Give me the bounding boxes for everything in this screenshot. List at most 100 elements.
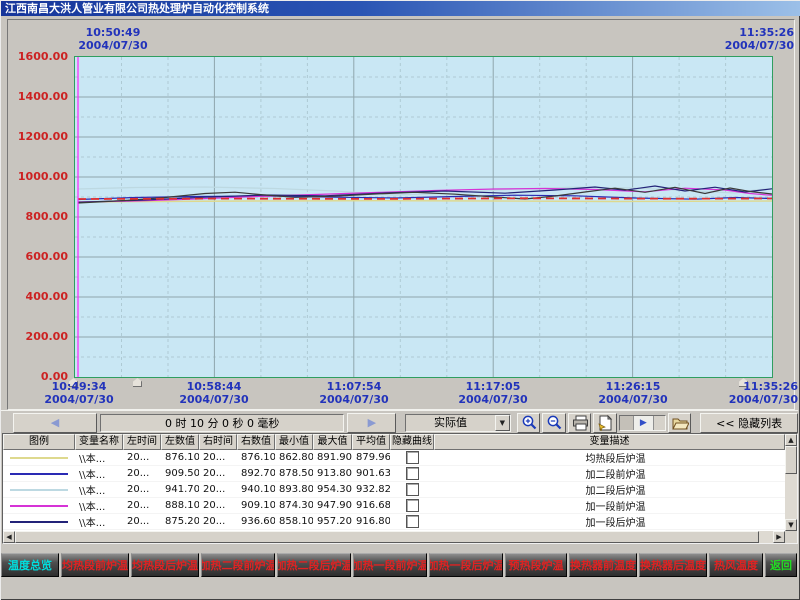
trend-end-date: 2004/07/30 <box>664 39 794 52</box>
trend-toolbar: ◀ 0 时 10 分 0 秒 0 毫秒 ▶ 实际值 ▼ <box>1 410 798 434</box>
col-header-legend[interactable]: 图例 <box>3 434 75 450</box>
col-header-hide-curve[interactable]: 隐藏曲线 <box>390 434 434 450</box>
page-nav-bar: 温度总览 均热段前炉温 均热段后炉温 加热二段前炉温 加热二段后炉温 加热一段前… <box>1 553 798 577</box>
legend-line <box>10 521 68 523</box>
col-header-description[interactable]: 变量描述 <box>434 434 785 450</box>
nav-heat1-zone-rear[interactable]: 加热一段后炉温 <box>429 553 503 577</box>
trend-chart-canvas[interactable] <box>74 56 773 378</box>
y-axis-label: 400.00 <box>0 290 68 303</box>
x-axis-label: 11:07:542004/07/30 <box>289 380 419 406</box>
scroll-up-icon[interactable]: ▲ <box>785 434 797 446</box>
hide-curve-checkbox[interactable] <box>406 451 419 464</box>
scroll-right-icon[interactable]: ▶ <box>773 531 785 543</box>
y-axis-label: 200.00 <box>0 330 68 343</box>
y-axis-label: 1400.00 <box>0 90 68 103</box>
variable-description: 加二段前炉温 <box>434 466 797 481</box>
horizontal-scroll-thumb[interactable] <box>15 531 759 543</box>
slider-track-right <box>654 416 665 430</box>
nav-heat1-zone-front[interactable]: 加热一段前炉温 <box>353 553 427 577</box>
table-row[interactable]: \\本... 20... 888.10 20... 909.10 874.30 … <box>3 498 797 514</box>
x-axis-label: 11:17:052004/07/30 <box>428 380 558 406</box>
table-body: \\本... 20... 876.10 20... 876.10 862.80 … <box>3 450 797 531</box>
value-mode-selected: 实际值 <box>406 415 495 431</box>
chevron-down-icon[interactable]: ▼ <box>495 415 510 431</box>
hide-curve-checkbox[interactable] <box>406 515 419 528</box>
nav-return-button[interactable]: 返回 <box>765 553 797 577</box>
nav-temperature-overview[interactable]: 温度总览 <box>1 553 59 577</box>
scroll-left-icon[interactable]: ◀ <box>3 531 15 543</box>
table-row[interactable]: \\本... 20... 875.20 20... 936.60 858.10 … <box>3 514 797 530</box>
y-axis-label: 1200.00 <box>0 130 68 143</box>
variable-description: 加一段后炉温 <box>434 514 797 529</box>
export-report-button[interactable] <box>593 413 617 433</box>
playback-slider[interactable]: ▶ <box>619 415 666 431</box>
col-header-left-time[interactable]: 左时间 <box>123 434 161 450</box>
col-header-right-time[interactable]: 右时间 <box>199 434 237 450</box>
report-page-icon <box>596 414 614 431</box>
y-axis-label: 600.00 <box>0 250 68 263</box>
vertical-scroll-thumb[interactable] <box>785 446 797 474</box>
table-row[interactable]: \\本... 20... 876.10 20... 876.10 862.80 … <box>3 450 797 466</box>
variable-table: 图例 变量名称 左时间 左数值 右时间 右数值 最小值 最大值 平均值 隐藏曲线… <box>2 433 798 544</box>
grid-lines <box>75 57 772 377</box>
table-vertical-scrollbar[interactable]: ▲ ▼ <box>785 434 797 531</box>
left-arrow-icon: ◀ <box>51 416 59 429</box>
y-axis-label: 800.00 <box>0 210 68 223</box>
play-icon[interactable]: ▶ <box>633 416 654 430</box>
print-button[interactable] <box>568 413 592 433</box>
col-header-left-value[interactable]: 左数值 <box>161 434 199 450</box>
trend-end-timestamp: 11:35:26 2004/07/30 <box>664 26 794 52</box>
curve-junre-hou <box>78 201 772 202</box>
value-mode-combobox[interactable]: 实际值 ▼ <box>405 414 511 432</box>
table-horizontal-scrollbar[interactable]: ◀ ▶ <box>3 531 785 543</box>
application-window: 江西南昌大洪人管业有限公司热处理炉自动化控制系统 10:50:49 2004/0… <box>0 0 800 600</box>
scroll-forward-button[interactable]: ▶ <box>347 413 396 433</box>
zoom-in-button[interactable] <box>517 413 541 433</box>
hide-curve-checkbox[interactable] <box>406 483 419 496</box>
x-axis-label: 10:58:442004/07/30 <box>149 380 279 406</box>
nav-heat2-zone-rear[interactable]: 加热二段后炉温 <box>277 553 351 577</box>
variable-description: 加二段后炉温 <box>434 482 797 497</box>
slider-track-left <box>620 416 633 430</box>
curve-jiayi-qian <box>78 188 772 202</box>
nav-exchanger-rear[interactable]: 换热器后温度 <box>639 553 707 577</box>
x-axis-label: 11:35:262004/07/30 <box>668 380 798 406</box>
time-span-field[interactable]: 0 时 10 分 0 秒 0 毫秒 <box>100 414 344 432</box>
printer-icon <box>571 414 589 431</box>
col-header-name[interactable]: 变量名称 <box>75 434 123 450</box>
open-history-button[interactable] <box>668 413 692 433</box>
col-header-min[interactable]: 最小值 <box>275 434 313 450</box>
hide-curve-checkbox[interactable] <box>406 499 419 512</box>
table-row[interactable]: \\本... 20... 941.70 20... 940.10 893.80 … <box>3 482 797 498</box>
nav-hot-air-temp[interactable]: 热风温度 <box>709 553 763 577</box>
window-title: 江西南昌大洪人管业有限公司热处理炉自动化控制系统 <box>1 1 800 16</box>
col-header-right-value[interactable]: 右数值 <box>237 434 275 450</box>
col-header-max[interactable]: 最大值 <box>313 434 352 450</box>
x-axis-label: 10:49:342004/07/30 <box>14 380 144 406</box>
zoom-out-icon <box>545 414 563 431</box>
col-header-avg[interactable]: 平均值 <box>352 434 390 450</box>
trend-start-time: 10:50:49 <box>48 26 178 39</box>
nav-preheat-zone[interactable]: 预热段炉温 <box>505 553 567 577</box>
hide-curve-checkbox[interactable] <box>406 467 419 480</box>
folder-icon <box>671 414 689 431</box>
scroll-down-icon[interactable]: ▼ <box>785 519 797 531</box>
scrollbar-corner <box>785 531 797 543</box>
legend-line <box>10 457 68 459</box>
nav-soak-zone-rear[interactable]: 均热段后炉温 <box>131 553 199 577</box>
legend-line <box>10 473 68 475</box>
nav-exchanger-front[interactable]: 换热器前温度 <box>569 553 637 577</box>
legend-line <box>10 505 68 507</box>
scroll-back-button[interactable]: ◀ <box>13 413 97 433</box>
trend-end-time: 11:35:26 <box>664 26 794 39</box>
variable-description: 加一段前炉温 <box>434 498 797 513</box>
legend-line <box>10 489 68 491</box>
nav-heat2-zone-front[interactable]: 加热二段前炉温 <box>201 553 275 577</box>
zoom-out-button[interactable] <box>542 413 566 433</box>
nav-soak-zone-front[interactable]: 均热段前炉温 <box>61 553 129 577</box>
table-row[interactable]: \\本... 20... 909.50 20... 892.70 878.50 … <box>3 466 797 482</box>
table-header-row: 图例 变量名称 左时间 左数值 右时间 右数值 最小值 最大值 平均值 隐藏曲线… <box>3 434 797 450</box>
hide-list-button[interactable]: << 隐藏列表 <box>700 413 798 433</box>
trend-start-timestamp: 10:50:49 2004/07/30 <box>48 26 178 52</box>
zoom-in-icon <box>520 414 538 431</box>
